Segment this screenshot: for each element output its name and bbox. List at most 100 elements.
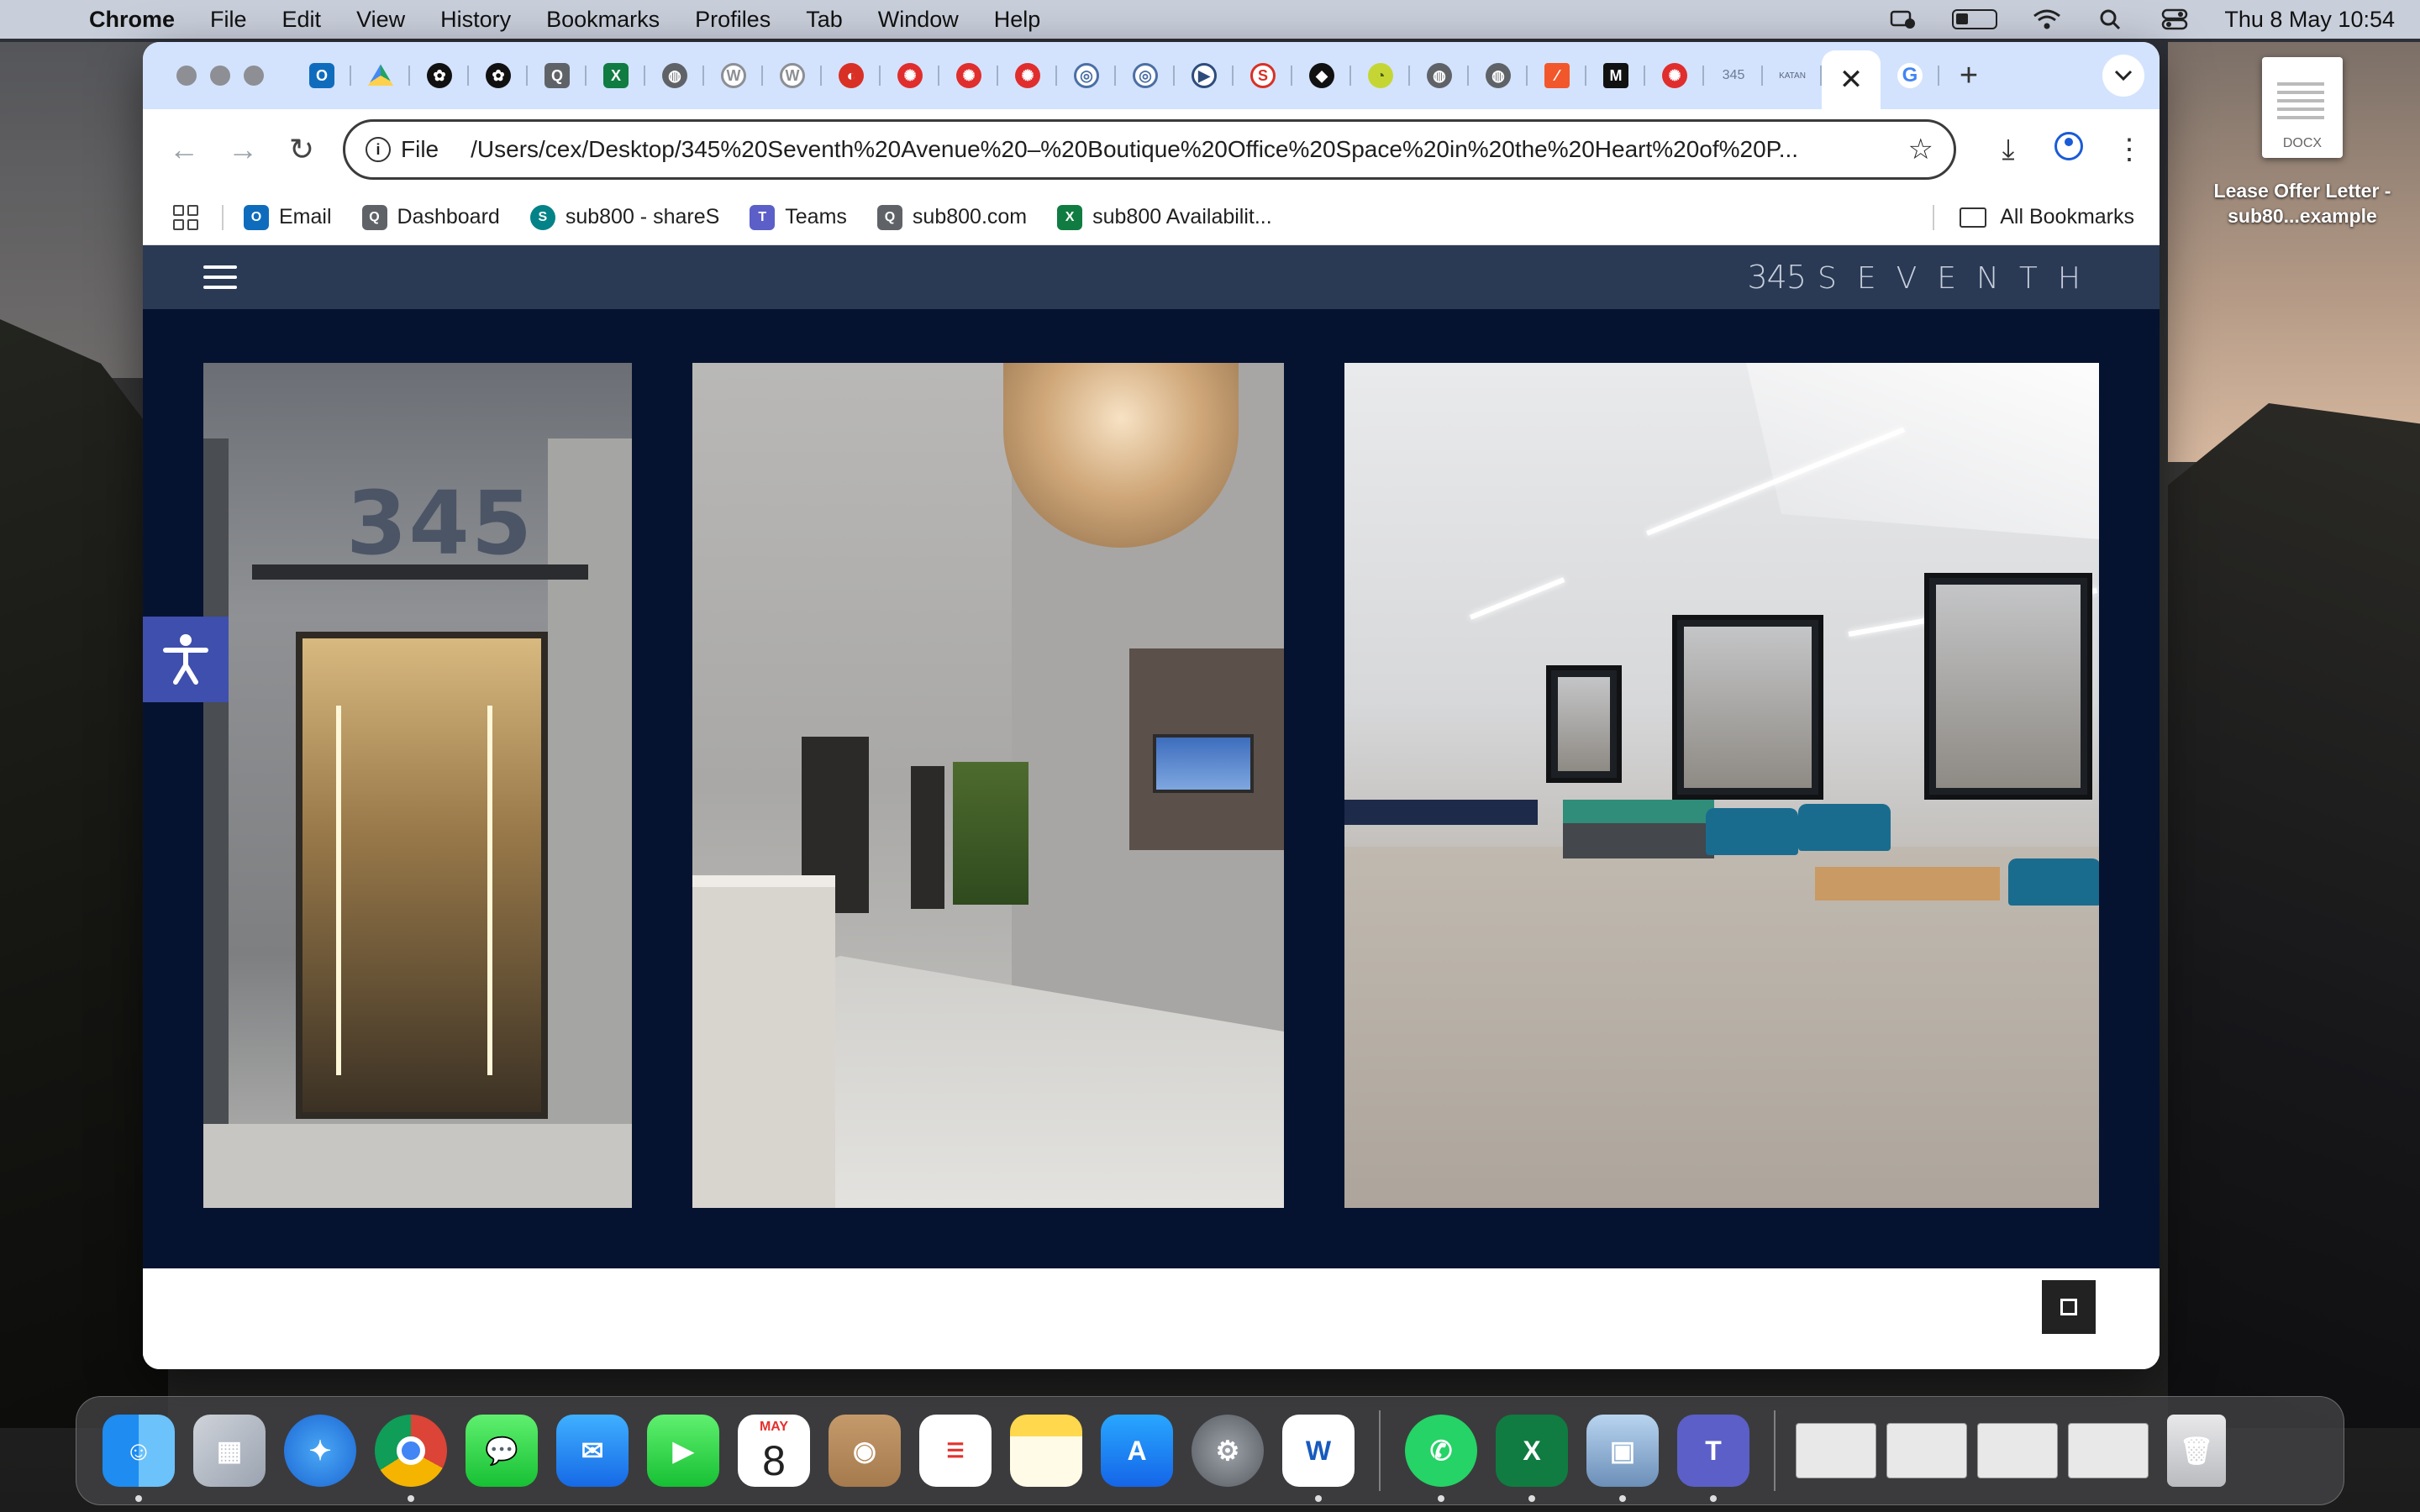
tab-globe-3[interactable]: ◍ xyxy=(1469,52,1528,99)
tab-katan[interactable]: KATAN xyxy=(1763,52,1822,99)
menu-history[interactable]: History xyxy=(440,7,511,33)
url-text[interactable]: /Users/cex/Desktop/345%20Seventh%20Avenu… xyxy=(471,136,1891,163)
tab-google-drive[interactable] xyxy=(351,52,410,99)
dock-chrome[interactable] xyxy=(375,1415,447,1502)
spotlight-search-icon[interactable] xyxy=(2096,8,2125,30)
menu-profiles[interactable]: Profiles xyxy=(695,7,771,33)
menu-app-name[interactable]: Chrome xyxy=(89,7,175,33)
dock-notes[interactable] xyxy=(1010,1415,1082,1487)
reload-button[interactable]: ↻ xyxy=(272,132,331,167)
dock-finder[interactable]: ☺ xyxy=(103,1415,175,1502)
dock-minimized-window-4[interactable] xyxy=(2068,1423,2149,1478)
forward-button[interactable]: → xyxy=(213,132,272,167)
bookmark-star-icon[interactable]: ☆ xyxy=(1908,133,1933,166)
dock-facetime[interactable]: ▶ xyxy=(647,1415,719,1487)
control-center-icon[interactable] xyxy=(2160,8,2189,30)
tab-red-flower-1[interactable]: ✺ xyxy=(881,52,939,99)
bookmark-sub800[interactable]: Qsub800.com xyxy=(876,204,1027,230)
site-info-icon[interactable]: i xyxy=(366,137,391,162)
dock-messages[interactable]: 💬 xyxy=(466,1415,538,1487)
dock-app-store[interactable]: A xyxy=(1101,1415,1173,1487)
tab-search-button[interactable] xyxy=(2102,55,2144,97)
building-entrance-photo[interactable]: 345 xyxy=(203,363,632,1208)
back-button[interactable]: ← xyxy=(155,132,213,167)
bookmark-teams[interactable]: T Teams xyxy=(750,204,847,230)
dock-word[interactable]: W xyxy=(1282,1415,1355,1502)
bookmark-email[interactable]: O Email xyxy=(244,204,332,230)
accessibility-button[interactable] xyxy=(143,617,229,702)
tab-google[interactable]: G xyxy=(1881,52,1939,99)
wordpress-icon: W xyxy=(780,63,805,88)
hamburger-menu-icon[interactable] xyxy=(203,265,237,289)
dock-teams[interactable]: T xyxy=(1677,1415,1749,1502)
dock-whatsapp[interactable]: ✆ xyxy=(1405,1415,1477,1502)
scroll-to-top-button[interactable] xyxy=(2042,1280,2096,1334)
more-menu-icon[interactable]: ⋮ xyxy=(2099,133,2160,166)
tab-red-flower-2[interactable]: ✺ xyxy=(939,52,998,99)
menu-edit[interactable]: Edit xyxy=(282,7,322,33)
site-logo[interactable]: 345 SEVENTH xyxy=(1748,259,2102,296)
tab-orange[interactable]: ⁄ xyxy=(1528,52,1586,99)
bookmark-sub800-availability[interactable]: Xsub800 Availabilit... xyxy=(1057,204,1272,230)
dock-preview[interactable]: ▣ xyxy=(1586,1415,1659,1502)
dock-calendar[interactable]: MAY 8 xyxy=(738,1415,810,1487)
tab-medium[interactable]: M xyxy=(1586,52,1645,99)
dock-minimized-window-3[interactable] xyxy=(1977,1423,2058,1478)
tab-s-logo[interactable]: S xyxy=(1234,52,1292,99)
profile-button[interactable] xyxy=(2039,131,2099,168)
menu-view[interactable]: View xyxy=(356,7,405,33)
tab-play[interactable]: ▶ xyxy=(1175,52,1234,99)
close-window-button[interactable] xyxy=(176,66,197,86)
vpn-status-icon[interactable] xyxy=(1888,8,1917,30)
tab-dashboard[interactable]: Q xyxy=(528,52,587,99)
dock-reminders[interactable]: ☰ xyxy=(919,1415,992,1487)
menu-help[interactable]: Help xyxy=(994,7,1041,33)
wifi-icon[interactable] xyxy=(2033,8,2061,30)
tab-active-close-button[interactable]: ✕ xyxy=(1822,50,1881,109)
dock-minimized-window-1[interactable] xyxy=(1796,1423,1876,1478)
tab-chatgpt-2[interactable]: ✿ xyxy=(469,52,528,99)
tab-red-circle[interactable]: ◐ xyxy=(822,52,881,99)
tab-globe-1[interactable]: ◍ xyxy=(645,52,704,99)
tab-tennis[interactable]: ◔ xyxy=(1351,52,1410,99)
bookmark-sharepoint[interactable]: Ssub800 - shareS xyxy=(529,204,719,230)
tab-red-flower-3[interactable]: ✺ xyxy=(998,52,1057,99)
dock-minimized-window-2[interactable] xyxy=(1886,1423,1967,1478)
office-lounge-photo[interactable] xyxy=(1344,363,2099,1208)
dock-trash[interactable]: 🗑 xyxy=(2167,1415,2226,1487)
dock-safari[interactable]: ✦ xyxy=(284,1415,356,1487)
desktop-file-lease-offer-letter[interactable]: DOCX Lease Offer Letter - sub80...exampl… xyxy=(2210,57,2395,228)
zoom-window-button[interactable] xyxy=(244,66,264,86)
tab-strip: O ✿ ✿ Q X ◍ W W ◐ ✺ ✺ ✺ ◎ ◎ ▶ S ◆ ◔ ◍ ◍ … xyxy=(143,42,2160,109)
menu-tab[interactable]: Tab xyxy=(806,7,843,33)
tab-red-flower-4[interactable]: ✺ xyxy=(1645,52,1704,99)
dock-contacts[interactable]: ◉ xyxy=(829,1415,901,1487)
tab-target-2[interactable]: ◎ xyxy=(1116,52,1175,99)
battery-icon[interactable] xyxy=(1952,9,1998,29)
address-bar[interactable]: i File /Users/cex/Desktop/345%20Seventh%… xyxy=(343,119,1956,180)
tab-345-logo[interactable]: 345 xyxy=(1704,52,1763,99)
menu-window[interactable]: Window xyxy=(878,7,959,33)
menu-bookmarks[interactable]: Bookmarks xyxy=(546,7,660,33)
tab-chatgpt-1[interactable]: ✿ xyxy=(410,52,469,99)
tab-wordpress-1[interactable]: W xyxy=(704,52,763,99)
menu-clock[interactable]: Thu 8 May 10:54 xyxy=(2224,7,2395,33)
bookmark-dashboard[interactable]: Q Dashboard xyxy=(361,204,500,230)
tab-excel[interactable]: X xyxy=(587,52,645,99)
tab-wordpress-2[interactable]: W xyxy=(763,52,822,99)
tab-layers[interactable]: ◆ xyxy=(1292,52,1351,99)
minimize-window-button[interactable] xyxy=(210,66,230,86)
tab-globe-2[interactable]: ◍ xyxy=(1410,52,1469,99)
tab-outlook[interactable]: O xyxy=(292,52,351,99)
lobby-photo[interactable] xyxy=(692,363,1284,1208)
dock-excel[interactable]: X xyxy=(1496,1415,1568,1502)
apps-grid-icon[interactable] xyxy=(173,204,198,230)
menu-file[interactable]: File xyxy=(210,7,247,33)
dock-system-settings[interactable]: ⚙ xyxy=(1192,1415,1264,1487)
tab-target-1[interactable]: ◎ xyxy=(1057,52,1116,99)
downloads-icon[interactable]: ⤓ xyxy=(1978,134,2039,166)
dock-mail[interactable]: ✉ xyxy=(556,1415,629,1487)
new-tab-button[interactable]: + xyxy=(1939,58,1998,94)
dock-launchpad[interactable]: ▦ xyxy=(193,1415,266,1487)
all-bookmarks-button[interactable]: All Bookmarks xyxy=(1933,204,2134,230)
